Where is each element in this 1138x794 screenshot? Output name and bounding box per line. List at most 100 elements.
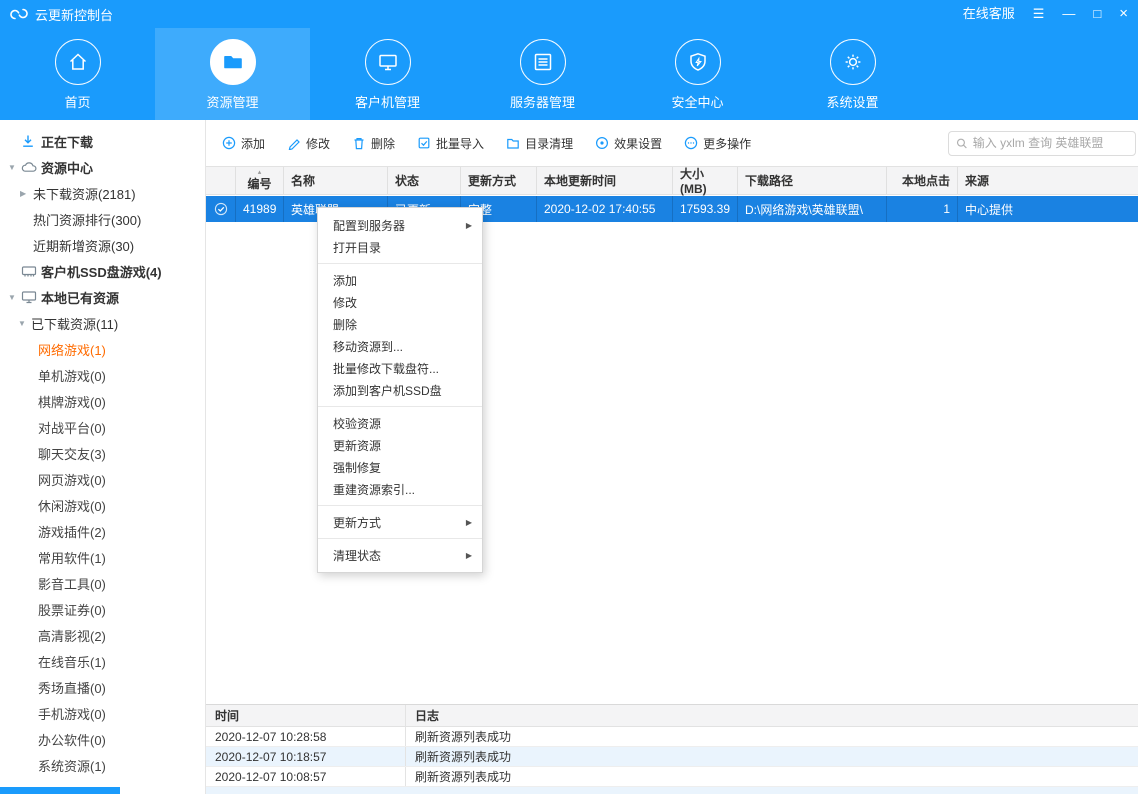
sidebar-item-downloading[interactable]: 正在下载: [0, 128, 205, 154]
sidebar-item-downloaded[interactable]: ▼ 已下载资源(11): [0, 310, 205, 336]
delete-button[interactable]: 删除: [352, 135, 395, 152]
collapse-icon[interactable]: ▼: [18, 319, 31, 328]
sidebar-item-label: 在线音乐(1): [38, 652, 106, 671]
log-time: 2020-12-07 10:28:58: [206, 727, 406, 746]
sidebar-item-game-plugins[interactable]: 游戏插件(2): [0, 518, 205, 544]
column-header-clicks[interactable]: 本地点击: [887, 167, 958, 194]
cloud-icon: [21, 161, 41, 173]
column-header-update-time[interactable]: 本地更新时间: [537, 167, 673, 194]
button-label: 删除: [371, 135, 395, 152]
menu-item-add-to-ssd[interactable]: 添加到客户机SSD盘: [318, 379, 482, 401]
nav-item-security[interactable]: 安全中心: [620, 28, 775, 120]
menu-item-clear-status[interactable]: 清理状态 ▶: [318, 544, 482, 566]
minimize-button[interactable]: —: [1062, 0, 1075, 28]
computer-icon: [21, 290, 41, 304]
nav-item-home[interactable]: 首页: [0, 28, 155, 120]
sidebar-item-resource-center[interactable]: ▼ 资源中心: [0, 154, 205, 180]
menu-item-delete[interactable]: 删除: [318, 313, 482, 335]
log-column-time: 时间: [206, 705, 406, 726]
column-header-source[interactable]: 来源: [958, 167, 1138, 194]
menu-item-update-resource[interactable]: 更新资源: [318, 434, 482, 456]
sidebar-item-standalone-games[interactable]: 单机游戏(0): [0, 362, 205, 388]
sidebar-item-mobile-games[interactable]: 手机游戏(0): [0, 700, 205, 726]
column-label: 来源: [965, 172, 989, 189]
nav-item-resources[interactable]: 资源管理: [155, 28, 310, 120]
menu-item-verify-resource[interactable]: 校验资源: [318, 412, 482, 434]
submenu-arrow-icon: ▶: [466, 551, 472, 560]
sidebar-item-local-resources[interactable]: ▼ 本地已有资源: [0, 284, 205, 310]
column-header-path[interactable]: 下载路径: [738, 167, 887, 194]
cell-update-time: 2020-12-02 17:40:55: [537, 196, 673, 222]
search-input[interactable]: [973, 136, 1128, 150]
folder-clean-icon: [506, 136, 520, 150]
nav-label: 系统设置: [826, 92, 878, 111]
menu-item-label: 清理状态: [333, 547, 381, 564]
menu-item-label: 重建资源索引...: [333, 481, 415, 498]
online-service-link[interactable]: 在线客服: [963, 0, 1015, 28]
sidebar-item-common-software[interactable]: 常用软件(1): [0, 544, 205, 570]
app-window: 云更新控制台 在线客服 ☰ — □ × 首页 资源管理 客户机管理: [0, 0, 1138, 794]
menu-item-configure-to-server[interactable]: 配置到服务器 ▶: [318, 214, 482, 236]
sidebar-item-label: 常用软件(1): [38, 548, 106, 567]
sidebar-item-label: 高清影视(2): [38, 626, 106, 645]
select-column-header[interactable]: [206, 167, 236, 194]
log-panel: 时间 日志 2020-12-07 10:28:58 刷新资源列表成功 2020-…: [206, 704, 1138, 794]
search-box[interactable]: [948, 131, 1136, 156]
button-label: 修改: [306, 135, 330, 152]
nav-item-clients[interactable]: 客户机管理: [310, 28, 465, 120]
column-header-size[interactable]: 大小(MB): [673, 167, 738, 194]
batch-import-button[interactable]: 批量导入: [417, 135, 484, 152]
sidebar-item-casual-games[interactable]: 休闲游戏(0): [0, 492, 205, 518]
close-button[interactable]: ×: [1119, 0, 1128, 28]
sidebar-item-media-tools[interactable]: 影音工具(0): [0, 570, 205, 596]
pencil-icon: [287, 136, 301, 150]
menu-item-open-directory[interactable]: 打开目录: [318, 236, 482, 258]
effect-settings-button[interactable]: 效果设置: [595, 135, 662, 152]
column-header-status[interactable]: 状态: [388, 167, 461, 194]
sidebar-item-office-software[interactable]: 办公软件(0): [0, 726, 205, 752]
menu-item-move-resource[interactable]: 移动资源到...: [318, 335, 482, 357]
menu-item-force-repair[interactable]: 强制修复: [318, 456, 482, 478]
sidebar-item-ssd-games[interactable]: 客户机SSD盘游戏(4): [0, 258, 205, 284]
column-header-update-mode[interactable]: 更新方式: [461, 167, 537, 194]
sidebar-partial-item[interactable]: [0, 787, 120, 794]
collapse-icon[interactable]: ▼: [8, 293, 21, 302]
nav-item-servers[interactable]: 服务器管理: [465, 28, 620, 120]
sidebar-item-not-downloaded[interactable]: ▶ 未下载资源(2181): [0, 180, 205, 206]
sidebar-item-system-resources[interactable]: 系统资源(1): [0, 752, 205, 778]
sidebar-item-online-music[interactable]: 在线音乐(1): [0, 648, 205, 674]
menu-icon[interactable]: ☰: [1033, 0, 1045, 28]
sidebar-item-live-shows[interactable]: 秀场直播(0): [0, 674, 205, 700]
menu-item-add[interactable]: 添加: [318, 269, 482, 291]
menu-item-modify[interactable]: 修改: [318, 291, 482, 313]
button-label: 效果设置: [614, 135, 662, 152]
expand-icon[interactable]: ▶: [20, 189, 33, 198]
dir-cleanup-button[interactable]: 目录清理: [506, 135, 573, 152]
sidebar-item-hot-ranking[interactable]: 热门资源排行(300): [0, 206, 205, 232]
sidebar-item-online-games[interactable]: 网络游戏(1): [0, 336, 205, 362]
sidebar-item-board-games[interactable]: 棋牌游戏(0): [0, 388, 205, 414]
nav-item-settings[interactable]: 系统设置: [775, 28, 930, 120]
menu-item-label: 删除: [333, 316, 357, 333]
more-actions-button[interactable]: 更多操作: [684, 135, 751, 152]
maximize-button[interactable]: □: [1093, 0, 1101, 28]
sidebar: 正在下载 ▼ 资源中心 ▶ 未下载资源(2181) 热门资源排行(300) 近期…: [0, 120, 206, 794]
log-column-message: 日志: [406, 705, 1138, 726]
collapse-icon[interactable]: ▼: [8, 163, 21, 172]
column-header-name[interactable]: 名称: [284, 167, 388, 194]
main-nav: 首页 资源管理 客户机管理 服务器管理 安全中心: [0, 28, 1138, 120]
menu-item-batch-modify-drive[interactable]: 批量修改下载盘符...: [318, 357, 482, 379]
menu-item-rebuild-index[interactable]: 重建资源索引...: [318, 478, 482, 500]
sidebar-item-hd-video[interactable]: 高清影视(2): [0, 622, 205, 648]
sidebar-item-chat[interactable]: 聊天交友(3): [0, 440, 205, 466]
sidebar-item-battle-platform[interactable]: 对战平台(0): [0, 414, 205, 440]
add-button[interactable]: 添加: [222, 135, 265, 152]
sidebar-item-web-games[interactable]: 网页游戏(0): [0, 466, 205, 492]
app-logo-icon: [10, 8, 28, 20]
menu-item-update-mode[interactable]: 更新方式 ▶: [318, 511, 482, 533]
column-header-id[interactable]: ▴ 编号: [236, 167, 284, 194]
row-check-icon[interactable]: [206, 196, 236, 222]
sidebar-item-stocks[interactable]: 股票证券(0): [0, 596, 205, 622]
modify-button[interactable]: 修改: [287, 135, 330, 152]
sidebar-item-recent-added[interactable]: 近期新增资源(30): [0, 232, 205, 258]
